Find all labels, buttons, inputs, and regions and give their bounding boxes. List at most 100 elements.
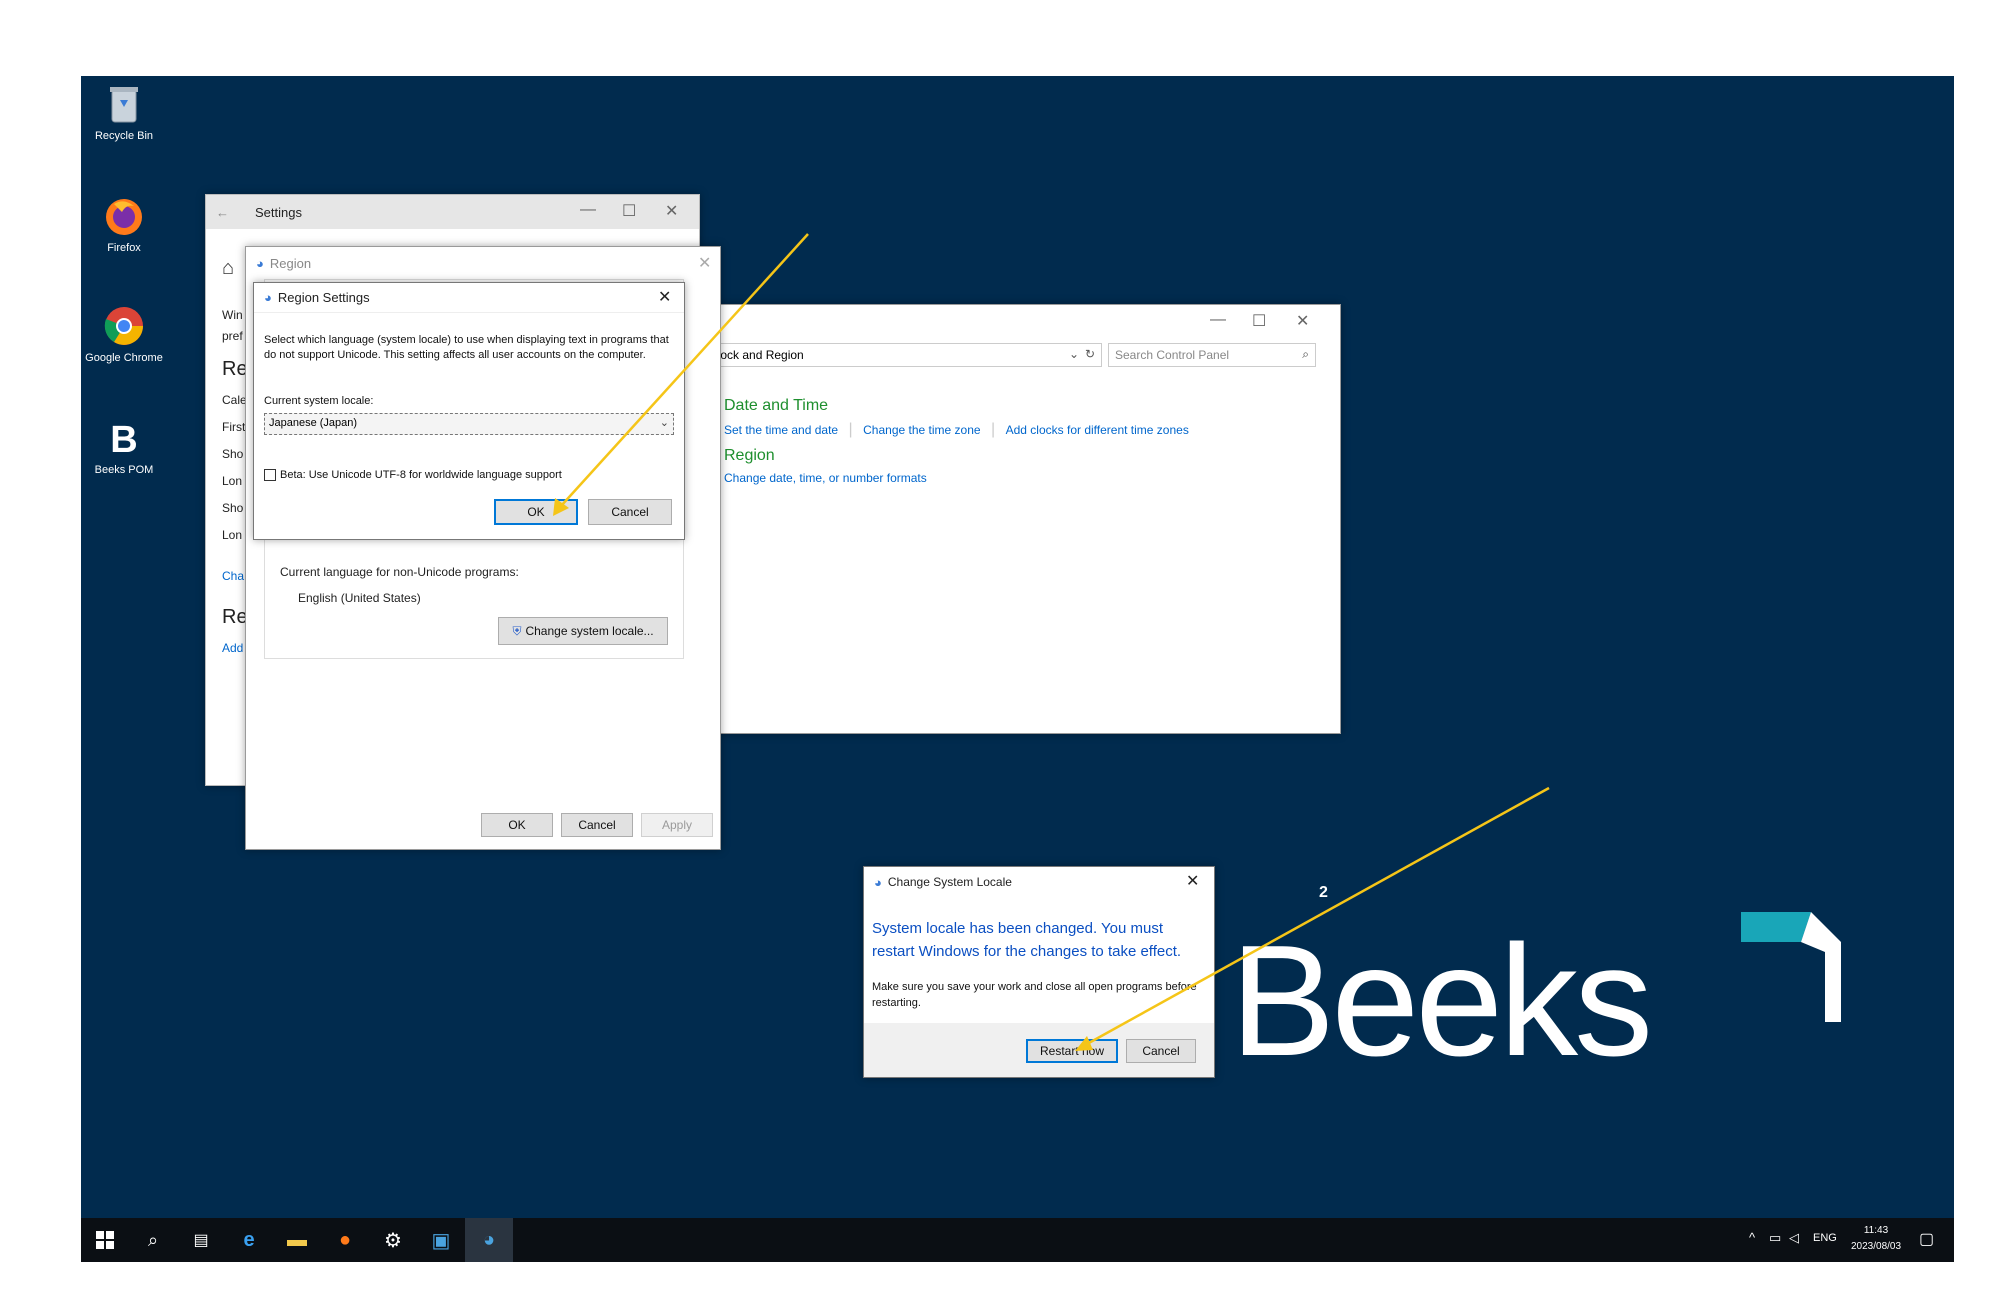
change-locale-titlebar[interactable]: ◕ Change System Locale — [864, 867, 1214, 897]
taskbar: ⌕ ▤ e ▬ ● ⚙ ▣ ◕ ^ ▭ ◁ ENG 11:43 2023/08/… — [81, 1218, 1954, 1262]
edge-icon[interactable]: e — [225, 1218, 273, 1262]
close-icon[interactable]: ✕ — [658, 287, 671, 307]
locale-label: Current system locale: — [264, 395, 374, 407]
search-icon[interactable]: ⌕ — [129, 1218, 177, 1262]
region-settings-ok-button[interactable]: OK — [494, 499, 578, 525]
chevron-up-icon[interactable]: ^ — [1749, 1230, 1755, 1245]
home-icon[interactable]: ⌂ — [222, 257, 234, 280]
save-work-message: Make sure you save your work and close a… — [872, 981, 1197, 1009]
notification-icon[interactable]: ▢ — [1919, 1229, 1934, 1249]
clock-date: 2023/08/03 — [1851, 1241, 1902, 1252]
address-bar[interactable]: Clock and Region ⌄ ↻ — [702, 343, 1102, 367]
step-number: 2 — [1319, 884, 1328, 901]
minimize-icon[interactable]: — — [1210, 311, 1226, 329]
globe-icon: ◕ — [264, 290, 272, 305]
close-icon[interactable]: ✕ — [665, 201, 678, 221]
beeks-logo-text: Beeks — [1230, 913, 1653, 1089]
desktop-icon-label: Recycle Bin — [94, 130, 154, 142]
close-icon[interactable]: ✕ — [698, 253, 711, 273]
control-panel-window[interactable]: — ☐ ✕ Clock and Region ⌄ ↻ Search Contro… — [701, 304, 1341, 734]
maximize-icon[interactable]: ☐ — [622, 201, 636, 221]
cancel-label: Cancel — [578, 818, 616, 832]
ok-label: OK — [508, 818, 526, 832]
desktop-icon-chrome[interactable]: Google Chrome — [85, 304, 163, 364]
desktop: Recycle Bin Firefox Google Chrome B Beek… — [81, 76, 1954, 1262]
firefox-icon — [102, 194, 146, 238]
close-icon[interactable]: ✕ — [1296, 311, 1309, 331]
cancel-label: Cancel — [1142, 1044, 1180, 1058]
restart-now-button[interactable]: Restart now — [1026, 1039, 1118, 1063]
region-settings-dialog[interactable]: ◕ Region Settings ✕ Select which languag… — [253, 282, 685, 540]
search-input[interactable]: Search Control Panel ⌕ — [1108, 343, 1316, 367]
change-locale-label: Change system locale... — [525, 624, 654, 638]
beeks-pom-icon: B — [102, 416, 146, 460]
locale-description: Select which language (system locale) to… — [264, 334, 669, 361]
region-heading[interactable]: Region — [724, 447, 775, 465]
region-apply-button[interactable]: Apply — [641, 813, 713, 837]
chevron-down-icon[interactable]: ⌄ — [1069, 347, 1079, 361]
change-system-locale-dialog[interactable]: ◕ Change System Locale ✕ System locale h… — [863, 866, 1215, 1078]
region-titlebar[interactable]: ◕ Region — [246, 247, 720, 279]
region-ok-button[interactable]: OK — [481, 813, 553, 837]
chevron-down-icon[interactable]: ⌄ — [660, 416, 669, 429]
refresh-icon[interactable]: ↻ — [1085, 347, 1095, 361]
ok-label: OK — [527, 505, 545, 519]
settings-title: Settings — [255, 204, 302, 220]
cancel-label: Cancel — [611, 505, 649, 519]
maximize-icon[interactable]: ☐ — [1252, 311, 1266, 331]
recycle-bin-icon — [102, 82, 146, 126]
start-icon[interactable] — [81, 1218, 129, 1262]
change-system-locale-button[interactable]: ⛨ Change system locale... — [498, 617, 668, 645]
desktop-icon-firefox[interactable]: Firefox — [85, 194, 163, 254]
task-view-icon[interactable]: ▤ — [177, 1218, 225, 1262]
back-arrow-icon[interactable]: ← — [216, 205, 229, 220]
change-locale-title: Change System Locale — [887, 875, 1012, 889]
clock[interactable]: 11:43 2023/08/03 — [1851, 1223, 1901, 1255]
region-settings-titlebar[interactable]: ◕ Region Settings — [254, 283, 684, 313]
firefox-icon[interactable]: ● — [321, 1218, 369, 1262]
region-cancel-button[interactable]: Cancel — [561, 813, 633, 837]
chrome-icon — [102, 304, 146, 348]
apply-label: Apply — [661, 818, 693, 832]
region-settings-cancel-button[interactable]: Cancel — [588, 499, 672, 525]
current-lang-value: English (United States) — [298, 591, 421, 605]
file-explorer-icon[interactable]: ▬ — [273, 1218, 321, 1262]
date-time-heading[interactable]: Date and Time — [724, 397, 828, 415]
settings-gear-icon[interactable]: ⚙ — [369, 1218, 417, 1262]
locale-changed-message: System locale has been changed. You must… — [872, 920, 1182, 960]
beta-utf8-label: Beta: Use Unicode UTF-8 for worldwide la… — [280, 469, 562, 481]
search-placeholder: Search Control Panel — [1115, 348, 1230, 362]
server-manager-icon[interactable]: ▣ — [417, 1218, 465, 1262]
network-icon[interactable]: ▭ — [1769, 1230, 1781, 1246]
beta-utf8-checkbox[interactable] — [264, 469, 276, 481]
locale-select[interactable]: Japanese (Japan) ⌄ — [264, 413, 674, 435]
globe-icon: ◕ — [874, 874, 882, 890]
change-timezone-link[interactable]: Change the time zone — [863, 423, 980, 437]
desktop-icon-label: Google Chrome — [85, 352, 163, 364]
region-formats-link[interactable]: Change date, time, or number formats — [724, 471, 927, 485]
add-clocks-link[interactable]: Add clocks for different time zones — [1006, 423, 1189, 437]
volume-icon[interactable]: ◁ — [1789, 1230, 1799, 1246]
desktop-icon-beeks-pom[interactable]: B Beeks POM — [85, 416, 163, 476]
desktop-icon-label: Firefox — [107, 242, 141, 254]
clock-time: 11:43 — [1863, 1225, 1889, 1236]
close-icon[interactable]: ✕ — [1186, 871, 1199, 891]
region-title: Region — [269, 255, 312, 271]
svg-text:B: B — [110, 419, 137, 460]
region-settings-title: Region Settings — [277, 290, 370, 305]
change-locale-cancel-button[interactable]: Cancel — [1126, 1039, 1196, 1063]
beeks-logo-mark — [1741, 912, 1841, 1022]
region-globe-icon[interactable]: ◕ — [465, 1218, 513, 1262]
beeks-logo: Beeks — [1230, 886, 1653, 1116]
globe-icon: ◕ — [256, 255, 264, 271]
minimize-icon[interactable]: — — [580, 201, 596, 219]
address-text: Clock and Region — [709, 348, 804, 362]
set-time-link[interactable]: Set the time and date — [724, 423, 838, 437]
search-icon: ⌕ — [1302, 347, 1309, 361]
shield-icon: ⛨ — [512, 623, 522, 638]
desktop-icon-recycle-bin[interactable]: Recycle Bin — [85, 82, 163, 142]
desktop-icon-label: Beeks POM — [94, 464, 154, 476]
locale-select-value: Japanese (Japan) — [269, 417, 358, 429]
current-lang-label: Current language for non-Unicode program… — [280, 565, 519, 579]
language-indicator[interactable]: ENG — [1813, 1232, 1837, 1244]
